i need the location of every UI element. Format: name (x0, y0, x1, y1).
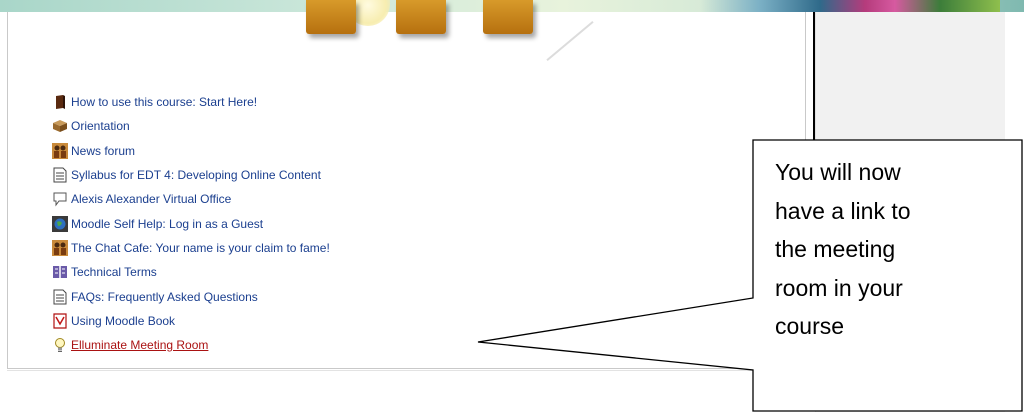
callout-line: have a link to (775, 197, 911, 224)
callout-line: room in your (775, 274, 903, 301)
callout-line: the meeting (775, 236, 896, 262)
callout-line: course (775, 313, 845, 339)
callout-text: You will now have a link to the meeting … (775, 153, 1015, 346)
callout-line: You will now (775, 159, 901, 185)
